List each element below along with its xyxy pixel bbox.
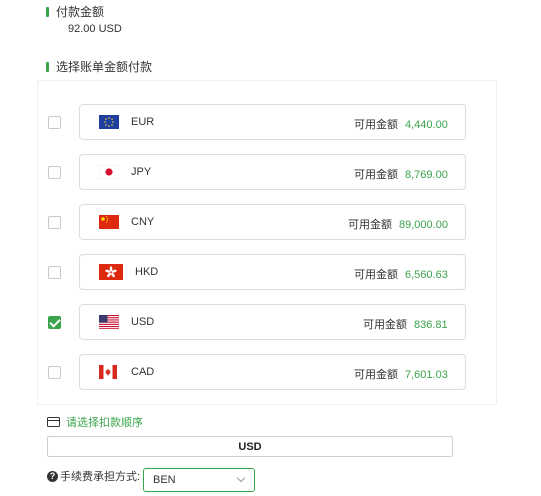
available-value: 4,440.00 bbox=[405, 119, 448, 131]
fee-bearer-label: ? 手续费承担方式: bbox=[47, 468, 140, 484]
available-amount: 可用金额 836.81 bbox=[363, 316, 448, 332]
currency-card-hkd[interactable]: HKD 可用金额 6,560.63 bbox=[79, 254, 466, 290]
deduction-order-box[interactable]: USD bbox=[47, 436, 453, 457]
currency-code: EUR bbox=[131, 116, 155, 128]
available-amount: 可用金额 6,560.63 bbox=[354, 266, 448, 282]
available-value: 6,560.63 bbox=[405, 269, 448, 281]
currency-code: HKD bbox=[135, 266, 159, 278]
fee-bearer-value: BEN bbox=[153, 474, 176, 486]
available-label: 可用金额 bbox=[348, 219, 392, 231]
payment-amount-heading: 付款金额 bbox=[46, 3, 104, 20]
currency-code: CNY bbox=[131, 216, 155, 228]
payment-amount-value: 92.00 USD bbox=[68, 23, 122, 35]
available-value: 836.81 bbox=[414, 319, 448, 331]
currency-row-hkd: HKD 可用金额 6,560.63 bbox=[38, 254, 498, 290]
heading-marker bbox=[46, 61, 49, 72]
currency-row-eur: EUR 可用金额 4,440.00 bbox=[38, 104, 498, 140]
available-value: 89,000.00 bbox=[399, 219, 448, 231]
available-label: 可用金额 bbox=[354, 369, 398, 381]
available-value: 7,601.03 bbox=[405, 369, 448, 381]
currency-code: JPY bbox=[131, 166, 152, 178]
currency-list: EUR 可用金额 4,440.00 JPY 可用金额 8,769.00 CNY … bbox=[37, 80, 497, 405]
deduction-order-link[interactable]: 请选择扣款顺序 bbox=[47, 414, 143, 430]
available-label: 可用金额 bbox=[354, 169, 398, 181]
eu-flag-icon bbox=[99, 115, 119, 129]
chevron-down-icon bbox=[236, 473, 246, 483]
available-value: 8,769.00 bbox=[405, 169, 448, 181]
currency-row-cny: CNY 可用金额 89,000.00 bbox=[38, 204, 498, 240]
available-amount: 可用金额 89,000.00 bbox=[348, 216, 448, 232]
fee-bearer-text: 手续费承担方式: bbox=[60, 471, 141, 483]
cn-flag-icon bbox=[99, 215, 119, 229]
checkbox-hkd[interactable] bbox=[48, 266, 61, 279]
us-flag-icon bbox=[99, 315, 119, 329]
available-amount: 可用金额 4,440.00 bbox=[354, 116, 448, 132]
payment-amount-title: 付款金额 bbox=[56, 5, 105, 19]
checkbox-cny[interactable] bbox=[48, 216, 61, 229]
currency-code: CAD bbox=[131, 366, 155, 378]
credit-card-icon bbox=[47, 417, 60, 427]
available-label: 可用金额 bbox=[354, 119, 398, 131]
jp-flag-icon bbox=[99, 165, 119, 179]
checkbox-eur[interactable] bbox=[48, 116, 61, 129]
deduction-order-value: USD bbox=[238, 440, 262, 453]
currency-card-jpy[interactable]: JPY 可用金额 8,769.00 bbox=[79, 154, 466, 190]
currency-code: USD bbox=[131, 316, 155, 328]
currency-row-cad: CAD 可用金额 7,601.03 bbox=[38, 354, 498, 390]
available-label: 可用金额 bbox=[354, 269, 398, 281]
checkbox-jpy[interactable] bbox=[48, 166, 61, 179]
available-amount: 可用金额 8,769.00 bbox=[354, 166, 448, 182]
hk-flag-icon bbox=[99, 264, 123, 280]
currency-card-usd[interactable]: USD 可用金额 836.81 bbox=[79, 304, 466, 340]
select-currency-heading: 选择账单金额付款 bbox=[46, 58, 152, 75]
checkbox-cad[interactable] bbox=[48, 366, 61, 379]
fee-bearer-select[interactable]: BEN bbox=[143, 468, 255, 492]
question-icon[interactable]: ? bbox=[47, 470, 58, 482]
checkbox-usd[interactable] bbox=[48, 316, 61, 329]
heading-marker bbox=[46, 6, 49, 17]
deduction-order-text[interactable]: 请选择扣款顺序 bbox=[66, 414, 143, 430]
currency-row-usd: USD 可用金额 836.81 bbox=[38, 304, 498, 340]
currency-card-cad[interactable]: CAD 可用金额 7,601.03 bbox=[79, 354, 466, 390]
currency-row-jpy: JPY 可用金额 8,769.00 bbox=[38, 154, 498, 190]
currency-card-eur[interactable]: EUR 可用金额 4,440.00 bbox=[79, 104, 466, 140]
currency-card-cny[interactable]: CNY 可用金额 89,000.00 bbox=[79, 204, 466, 240]
available-label: 可用金额 bbox=[363, 319, 407, 331]
select-currency-title: 选择账单金额付款 bbox=[56, 60, 153, 74]
ca-flag-icon bbox=[99, 365, 117, 379]
available-amount: 可用金额 7,601.03 bbox=[354, 366, 448, 382]
